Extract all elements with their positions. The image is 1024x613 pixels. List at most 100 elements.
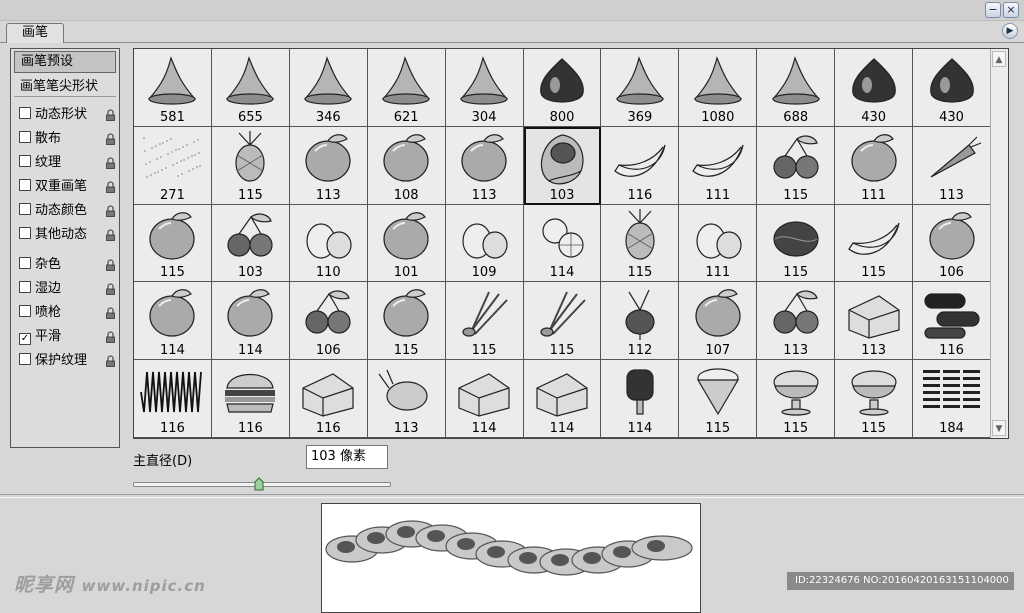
option-1[interactable]: 散布 xyxy=(19,129,119,149)
brush-preset[interactable]: 108 xyxy=(367,126,446,205)
brush-preset[interactable]: 688 xyxy=(757,49,836,127)
option-2[interactable]: 纹理 xyxy=(19,153,119,173)
option-8[interactable]: 喷枪 xyxy=(19,303,119,323)
brush-presets-button[interactable]: 画笔预设 xyxy=(14,51,116,73)
brush-preset[interactable]: 107 xyxy=(679,282,758,361)
brush-preset[interactable]: 369 xyxy=(601,49,680,127)
option-checkbox[interactable] xyxy=(19,155,31,167)
master-diameter-input[interactable]: 103 像素 xyxy=(306,445,388,469)
brush-preset[interactable]: 113 xyxy=(913,126,991,205)
brush-preset[interactable]: 113 xyxy=(367,360,446,438)
close-button[interactable]: × xyxy=(1003,2,1019,18)
brush-preset[interactable]: 800 xyxy=(523,49,602,127)
option-checkbox[interactable] xyxy=(19,131,31,143)
option-3[interactable]: 双重画笔 xyxy=(19,177,119,197)
brush-preset[interactable]: 113 xyxy=(289,126,368,205)
brush-preset[interactable]: 113 xyxy=(835,282,914,361)
brush-preset[interactable]: 106 xyxy=(289,282,368,361)
brush-preset[interactable]: 116 xyxy=(913,282,991,361)
brush-tip-shape-item[interactable]: 画笔笔尖形状 xyxy=(14,77,116,97)
lock-icon[interactable] xyxy=(105,157,116,169)
brush-preset[interactable]: 430 xyxy=(913,49,991,127)
lock-icon[interactable] xyxy=(105,229,116,241)
brush-preset[interactable]: 116 xyxy=(134,360,212,438)
lock-icon[interactable] xyxy=(105,181,116,193)
brush-preset[interactable]: 116 xyxy=(211,360,290,438)
brush-preset[interactable]: 581 xyxy=(134,49,212,127)
brush-preset[interactable]: 111 xyxy=(679,204,758,283)
brush-preset[interactable]: 103 xyxy=(211,204,290,283)
brush-preset[interactable]: 111 xyxy=(835,126,914,205)
brush-preset[interactable]: 114 xyxy=(211,282,290,361)
brush-preset[interactable]: 114 xyxy=(523,204,602,283)
option-checkbox[interactable] xyxy=(19,203,31,215)
lock-icon[interactable] xyxy=(105,133,116,145)
slider-thumb[interactable] xyxy=(254,477,264,491)
option-checkbox[interactable] xyxy=(19,305,31,317)
brush-preset[interactable]: 114 xyxy=(523,360,602,438)
option-5[interactable]: 其他动态 xyxy=(19,225,119,245)
brush-preset[interactable]: 430 xyxy=(835,49,914,127)
option-checkbox[interactable] xyxy=(19,107,31,119)
brush-preset[interactable]: 1080 xyxy=(679,49,758,127)
option-checkbox[interactable] xyxy=(19,257,31,269)
option-checkbox[interactable] xyxy=(19,227,31,239)
lock-icon[interactable] xyxy=(105,283,116,295)
panel-menu-button[interactable]: ▶ xyxy=(1002,23,1018,39)
brush-preset[interactable]: 115 xyxy=(601,204,680,283)
brush-preset[interactable]: 110 xyxy=(289,204,368,283)
brush-preset[interactable]: 115 xyxy=(835,204,914,283)
brush-preset[interactable]: 115 xyxy=(445,282,524,361)
brush-preset[interactable]: 271 xyxy=(134,126,212,205)
brush-preset[interactable]: 115 xyxy=(757,126,836,205)
lock-icon[interactable] xyxy=(105,355,116,367)
option-9[interactable]: ✓ 平滑 xyxy=(19,327,119,347)
brush-preset[interactable]: 114 xyxy=(134,282,212,361)
option-checkbox[interactable]: ✓ xyxy=(19,333,31,345)
brush-preset[interactable]: 114 xyxy=(445,360,524,438)
option-checkbox[interactable] xyxy=(19,281,31,293)
brush-preset[interactable]: 109 xyxy=(445,204,524,283)
scroll-down-button[interactable]: ▼ xyxy=(992,420,1006,436)
lock-icon[interactable] xyxy=(105,307,116,319)
vertical-scrollbar[interactable]: ▲ ▼ xyxy=(990,49,1008,438)
option-checkbox[interactable] xyxy=(19,353,31,365)
option-7[interactable]: 湿边 xyxy=(19,279,119,299)
option-10[interactable]: 保护纹理 xyxy=(19,351,119,371)
brush-preset[interactable]: 116 xyxy=(601,126,680,205)
lock-icon[interactable] xyxy=(105,331,116,343)
brush-preset[interactable]: 111 xyxy=(679,126,758,205)
brush-preset[interactable]: 116 xyxy=(289,360,368,438)
brush-preset[interactable]: 115 xyxy=(835,360,914,438)
scroll-up-button[interactable]: ▲ xyxy=(992,51,1006,67)
brush-preset[interactable]: 655 xyxy=(211,49,290,127)
brush-preset[interactable]: 115 xyxy=(523,282,602,361)
brush-preset[interactable]: 112 xyxy=(601,282,680,361)
brush-preset[interactable]: 346 xyxy=(289,49,368,127)
lock-icon[interactable] xyxy=(105,259,116,271)
brush-preset[interactable]: 106 xyxy=(913,204,991,283)
brush-preset[interactable]: 621 xyxy=(367,49,446,127)
brush-preset[interactable]: 103 xyxy=(523,126,602,205)
option-4[interactable]: 动态颜色 xyxy=(19,201,119,221)
brush-preset[interactable]: 115 xyxy=(211,126,290,205)
brush-preset[interactable]: 184 xyxy=(913,360,991,438)
brush-preset[interactable]: 113 xyxy=(445,126,524,205)
brush-preset[interactable]: 114 xyxy=(601,360,680,438)
brush-preset[interactable]: 115 xyxy=(757,360,836,438)
tab-brushes[interactable]: 画笔 xyxy=(6,23,64,43)
lock-icon[interactable] xyxy=(105,205,116,217)
brush-preset[interactable]: 304 xyxy=(445,49,524,127)
brush-preset[interactable]: 115 xyxy=(134,204,212,283)
minimize-button[interactable]: − xyxy=(985,2,1001,18)
brush-preset[interactable]: 115 xyxy=(367,282,446,361)
brush-preset[interactable]: 101 xyxy=(367,204,446,283)
brush-preset[interactable]: 115 xyxy=(679,360,758,438)
lock-icon[interactable] xyxy=(105,109,116,121)
brush-preset[interactable]: 113 xyxy=(757,282,836,361)
option-6[interactable]: 杂色 xyxy=(19,255,119,275)
option-0[interactable]: 动态形状 xyxy=(19,105,119,125)
diameter-slider[interactable] xyxy=(133,477,391,491)
brush-preset[interactable]: 115 xyxy=(757,204,836,283)
option-checkbox[interactable] xyxy=(19,179,31,191)
